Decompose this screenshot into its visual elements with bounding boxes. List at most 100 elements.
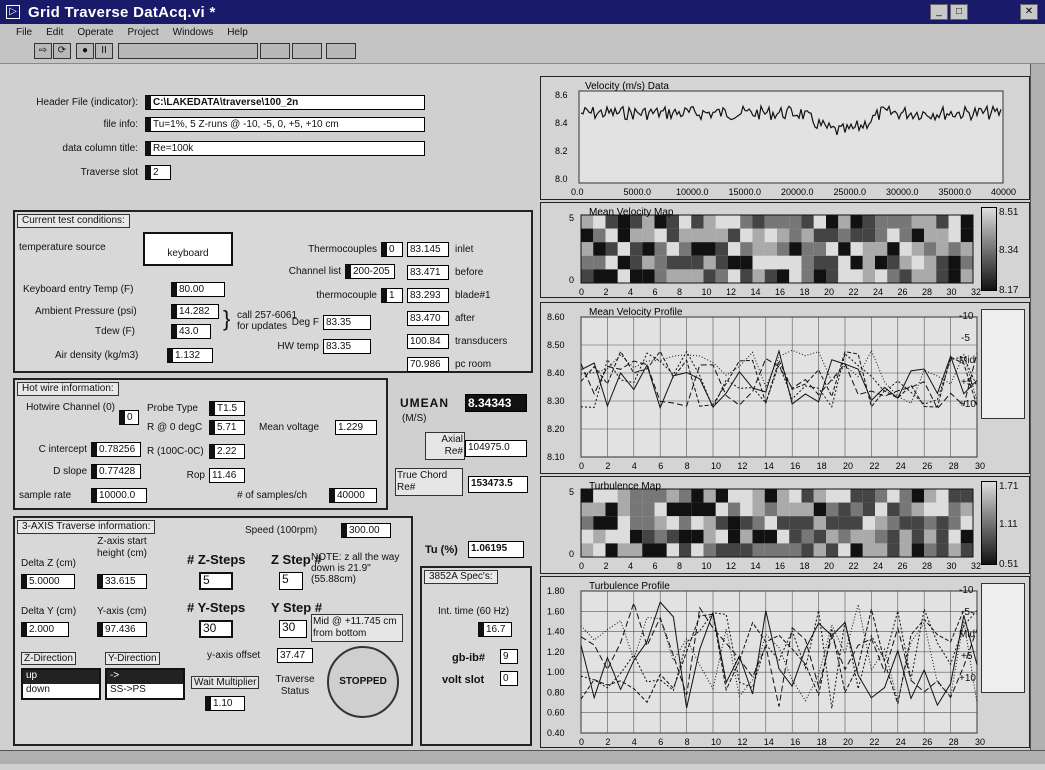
y-direction-label: Y-Direction (105, 652, 160, 665)
y-axis-field[interactable]: 97.436 (97, 622, 147, 637)
map-cell (924, 255, 937, 270)
menu-help[interactable]: Help (227, 27, 248, 38)
menu-project[interactable]: Project (128, 27, 159, 38)
map-cell (875, 242, 888, 256)
hotwire-panel: Hot wire information: Hotwire Channel (0… (13, 378, 388, 510)
vertical-scrollbar[interactable] (1030, 64, 1045, 754)
umean-unit: (M/S) (402, 413, 427, 424)
file-info-field[interactable]: Tu=1%, 5 Z-runs @ -10, -5, 0, +5, +10 cm (145, 117, 425, 132)
wait-multiplier-field[interactable]: 1.10 (205, 696, 245, 711)
keyboard-temp-field[interactable]: 80.00 (171, 282, 225, 297)
delta-z-field[interactable]: 5.0000 (21, 574, 75, 589)
map-cell (679, 516, 692, 530)
map-cell (826, 269, 839, 283)
map-cell (666, 529, 679, 544)
panel-title: 3852A Spec's: (424, 570, 498, 584)
map-x-tick: 2 (604, 561, 609, 571)
d-slope-field[interactable]: 0.77428 (91, 464, 141, 479)
channel-list-field[interactable]: 200-205 (345, 264, 395, 279)
sample-rate-field[interactable]: 10000.0 (91, 488, 147, 503)
map-cell (813, 215, 826, 229)
profile-x-tick: 24 (896, 737, 906, 747)
reorder-icon[interactable] (326, 43, 356, 59)
map-x-tick: 18 (800, 287, 810, 297)
y-direction-option-2[interactable]: SS->PS (107, 684, 183, 695)
legend-mid: Mid (959, 629, 976, 640)
align-icon[interactable] (260, 43, 290, 59)
map-cell (801, 543, 814, 557)
pause-icon[interactable]: II (95, 43, 113, 59)
map-cell (666, 242, 679, 256)
profile-y-tick: 8.50 (547, 340, 565, 350)
profile-x-tick: 6 (658, 461, 663, 471)
run-icon[interactable]: ⇨ (34, 43, 52, 59)
map-cell (703, 502, 716, 517)
z-start-field[interactable]: 33.615 (97, 574, 147, 589)
toolbar: ⇨ ⟳ ● II (0, 40, 1045, 64)
z-direction-list[interactable]: up down (21, 668, 101, 700)
probe-type-field[interactable]: T1.5 (209, 401, 245, 416)
map-cell (850, 543, 863, 557)
tdew-field[interactable]: 43.0 (171, 324, 211, 339)
int-time-field[interactable]: 16.7 (478, 622, 512, 637)
volt-slot-field[interactable]: 0 (500, 671, 518, 686)
minimize-icon[interactable]: _ (930, 4, 948, 20)
map-cell (630, 242, 643, 256)
distribute-icon[interactable] (292, 43, 322, 59)
map-cell (911, 543, 924, 557)
map-cell (654, 543, 667, 557)
hotwire-channel-field[interactable]: 0 (119, 410, 139, 425)
menu-windows[interactable]: Windows (173, 27, 214, 38)
abort-icon[interactable]: ● (76, 43, 94, 59)
traverse-slot-field[interactable]: 2 (145, 165, 171, 180)
map-cell (654, 269, 667, 283)
speed-field[interactable]: 300.00 (341, 523, 391, 538)
menu-file[interactable]: File (16, 27, 32, 38)
z-direction-up[interactable]: up (23, 670, 99, 684)
thermocouples-field[interactable]: 0 (381, 242, 403, 257)
mean-map-scale-max: 8.51 (999, 207, 1019, 218)
map-cell (838, 228, 851, 243)
map-cell (630, 269, 643, 283)
num-samples-field[interactable]: 40000 (329, 488, 377, 503)
map-cell (911, 269, 924, 283)
map-cell (838, 269, 851, 283)
legend-minus5: -5 (961, 607, 970, 618)
map-x-tick: 4 (628, 561, 633, 571)
map-cell (679, 502, 692, 517)
y-steps-field[interactable]: 30 (199, 620, 233, 638)
maximize-icon[interactable]: □ (950, 4, 968, 20)
mean-map-svg: Mean Velocity Map 50 0 2 4 6 8 10 12 14 16 18 20 22… (569, 207, 981, 297)
run-continuous-icon[interactable]: ⟳ (53, 43, 71, 59)
z-direction-down[interactable]: down (23, 684, 99, 695)
map-cell (813, 516, 826, 530)
horizontal-scrollbar[interactable] (0, 750, 1045, 764)
map-cell (581, 228, 594, 243)
num-samples-label: # of samples/ch (237, 490, 308, 501)
font-selector[interactable] (118, 43, 258, 59)
temp-source-selector[interactable]: keyboard (143, 232, 233, 266)
map-cell (948, 269, 961, 283)
mean-map-title: Mean Velocity Map (589, 207, 674, 218)
delta-y-field[interactable]: 2.000 (21, 622, 69, 637)
map-cell (703, 489, 716, 503)
c-intercept-field[interactable]: 0.78256 (91, 442, 141, 457)
z-steps-field[interactable]: 5 (199, 572, 233, 590)
close-icon[interactable]: ✕ (1020, 4, 1038, 20)
ambient-pressure-field[interactable]: 14.282 (171, 304, 219, 319)
r100-field[interactable]: 2.22 (209, 444, 245, 459)
y-direction-list[interactable]: -> SS->PS (105, 668, 185, 700)
map-cell (777, 242, 790, 256)
map-cell (801, 489, 814, 503)
keyboard-temp-label: Keyboard entry Temp (F) (23, 284, 134, 295)
data-column-field[interactable]: Re=100k (145, 141, 425, 156)
y-direction-option-1[interactable]: -> (107, 670, 183, 684)
map-cell (691, 215, 704, 229)
map-cell (960, 489, 973, 503)
thermocouple-field[interactable]: 1 (381, 288, 403, 303)
r0-field[interactable]: 5.71 (209, 420, 245, 435)
gpib-field[interactable]: 9 (500, 649, 518, 664)
menu-edit[interactable]: Edit (46, 27, 63, 38)
menu-operate[interactable]: Operate (77, 27, 113, 38)
map-cell (813, 543, 826, 557)
